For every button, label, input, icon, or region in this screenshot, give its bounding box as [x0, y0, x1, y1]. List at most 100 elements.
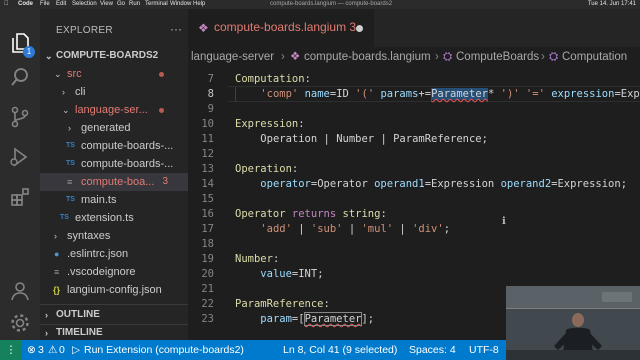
window-title: compute-boards.langium — compute-boards2	[270, 1, 393, 7]
line-number: 23	[201, 313, 214, 325]
eslint-icon: ●	[54, 249, 60, 259]
code-line[interactable]: 'comp' name=ID '(' params+=Parameter* ')…	[235, 87, 640, 102]
menu-help[interactable]: Help	[193, 0, 205, 9]
tree-item-language-server[interactable]: ⌄ language-ser...	[40, 101, 188, 119]
menu-go[interactable]: Go	[117, 0, 125, 9]
tree-item-label: .eslintrc.json	[67, 248, 129, 260]
code-line[interactable]: Computation:	[235, 72, 311, 87]
tree-item-label: extension.ts	[75, 212, 134, 224]
tree-item-main-ts[interactable]: TS main.ts	[40, 191, 188, 209]
line-number: 20	[201, 268, 214, 280]
tree-item-label: .vscodeignore	[67, 266, 136, 278]
code-line[interactable]: param=[Parameter];	[235, 312, 374, 327]
line-number: 17	[201, 223, 214, 235]
editor-tab-bar: ❖ compute-boards.langium 3	[188, 9, 640, 47]
chevron-right-icon: ›	[541, 51, 545, 63]
typescript-icon: TS	[60, 214, 69, 221]
code-line[interactable]: operator=Operator operand1=Expression op…	[235, 177, 627, 192]
breadcrumb-item[interactable]: language-server	[191, 47, 274, 67]
indentation[interactable]: Spaces: 4	[409, 340, 456, 360]
code-line[interactable]: Expression:	[235, 117, 305, 132]
tree-item-ts-file[interactable]: TS compute-boards-...	[40, 137, 188, 155]
menu-selection[interactable]: Selection	[72, 0, 97, 9]
apple-icon[interactable]: 	[4, 0, 9, 9]
unsaved-dot-icon[interactable]	[356, 25, 363, 32]
tree-item-extension-ts[interactable]: TS extension.ts	[40, 209, 188, 227]
tree-item-label: main.ts	[81, 194, 117, 206]
mouse-cursor-icon: ℹ	[502, 216, 506, 227]
problems-warning-count[interactable]: 0	[59, 340, 65, 360]
source-control-icon[interactable]	[8, 105, 32, 129]
tree-item-generated[interactable]: › generated	[40, 119, 188, 137]
code-line[interactable]: Number:	[235, 252, 279, 267]
tree-item-ts-file[interactable]: TS compute-boards-...	[40, 155, 188, 173]
menu-view[interactable]: View	[100, 0, 113, 9]
cursor-position[interactable]: Ln 8, Col 41 (9 selected)	[283, 340, 397, 360]
breadcrumb-item[interactable]: Computation	[562, 47, 627, 67]
typescript-icon: TS	[66, 160, 75, 167]
breadcrumb-item[interactable]: ComputeBoards	[456, 47, 539, 67]
tree-item-vscodeignore[interactable]: ≡ .vscodeignore	[40, 263, 188, 281]
symbol-class-icon: ⛭	[443, 51, 453, 63]
line-number: 9	[207, 103, 214, 115]
presenter-image	[506, 286, 640, 360]
problems-error-count[interactable]: 3	[38, 340, 44, 360]
extensions-icon[interactable]	[8, 185, 32, 209]
run-extension-label[interactable]: Run Extension (compute-boards2)	[84, 340, 244, 360]
line-number: 21	[201, 283, 214, 295]
remote-indicator-icon[interactable]: ⋮	[0, 340, 22, 360]
code-line[interactable]: Operation:	[235, 162, 298, 177]
run-icon[interactable]: ▷	[72, 340, 80, 360]
explorer-sidebar: EXPLORER ··· ⌄ COMPUTE-BOARDS2 ⌄ src › c…	[40, 9, 188, 340]
tree-item-label: language-ser...	[75, 104, 148, 116]
outline-section-header[interactable]: › OUTLINE	[40, 306, 188, 324]
line-number: 15	[201, 193, 214, 205]
code-line[interactable]: value=INT;	[235, 267, 323, 282]
line-number: 13	[201, 163, 214, 175]
tree-item-src[interactable]: ⌄ src	[40, 65, 188, 83]
tab-filename: compute-boards.langium	[214, 20, 347, 34]
timeline-section-header[interactable]: › TIMELINE	[40, 324, 188, 340]
tree-item-langium-config[interactable]: {} langium-config.json	[40, 281, 188, 299]
run-debug-icon[interactable]	[8, 145, 32, 169]
encoding[interactable]: UTF-8	[469, 340, 499, 360]
settings-gear-icon[interactable]	[8, 311, 32, 335]
tree-item-label: src	[67, 68, 82, 80]
modified-dot	[159, 72, 164, 77]
breadcrumb: language-server › ❖ compute-boards.langi…	[188, 47, 640, 67]
problems-error-icon[interactable]: ⊗	[27, 340, 36, 360]
warning-icon[interactable]: ⚠	[48, 340, 57, 360]
menu-app-name[interactable]: Code	[18, 0, 33, 9]
code-line[interactable]: Operation | Number | ParamReference;	[235, 132, 488, 147]
chevron-right-icon: ›	[281, 51, 285, 63]
breadcrumb-item[interactable]: compute-boards.langium	[304, 47, 431, 67]
chevron-right-icon: ›	[435, 51, 439, 63]
symbol-class-icon: ⛭	[549, 51, 559, 63]
menu-window[interactable]: Window	[170, 0, 191, 9]
editor-tab[interactable]: ❖ compute-boards.langium 3	[188, 9, 374, 47]
tree-item-syntaxes[interactable]: › syntaxes	[40, 227, 188, 245]
tree-item-cli[interactable]: › cli	[40, 83, 188, 101]
tree-item-eslintrc[interactable]: ● .eslintrc.json	[40, 245, 188, 263]
modified-dot	[159, 108, 164, 113]
json-braces-icon: {}	[53, 285, 61, 295]
line-number: 10	[201, 118, 214, 130]
code-line[interactable]: 'add' | 'sub' | 'mul' | 'div';	[235, 222, 450, 237]
chevron-right-icon: ›	[45, 328, 48, 338]
menu-file[interactable]: File	[40, 0, 50, 9]
menu-terminal[interactable]: Terminal	[145, 0, 168, 9]
code-line[interactable]: Operator returns string:	[235, 207, 387, 222]
account-icon[interactable]	[8, 279, 32, 303]
search-icon[interactable]	[8, 65, 32, 89]
menu-run[interactable]: Run	[129, 0, 140, 9]
files-icon[interactable]: 1	[8, 31, 35, 58]
project-section-header[interactable]: ⌄ COMPUTE-BOARDS2	[40, 47, 188, 65]
line-number: 16	[201, 208, 214, 220]
more-actions-icon[interactable]: ···	[170, 22, 182, 36]
tree-item-langium-file[interactable]: ≡ compute-boa... 3	[40, 173, 188, 191]
code-line[interactable]: ParamReference:	[235, 297, 330, 312]
line-number: 11	[201, 133, 214, 145]
tab-label: compute-boards.langium 3	[214, 20, 356, 34]
typescript-icon: TS	[66, 196, 75, 203]
menu-edit[interactable]: Edit	[56, 0, 66, 9]
